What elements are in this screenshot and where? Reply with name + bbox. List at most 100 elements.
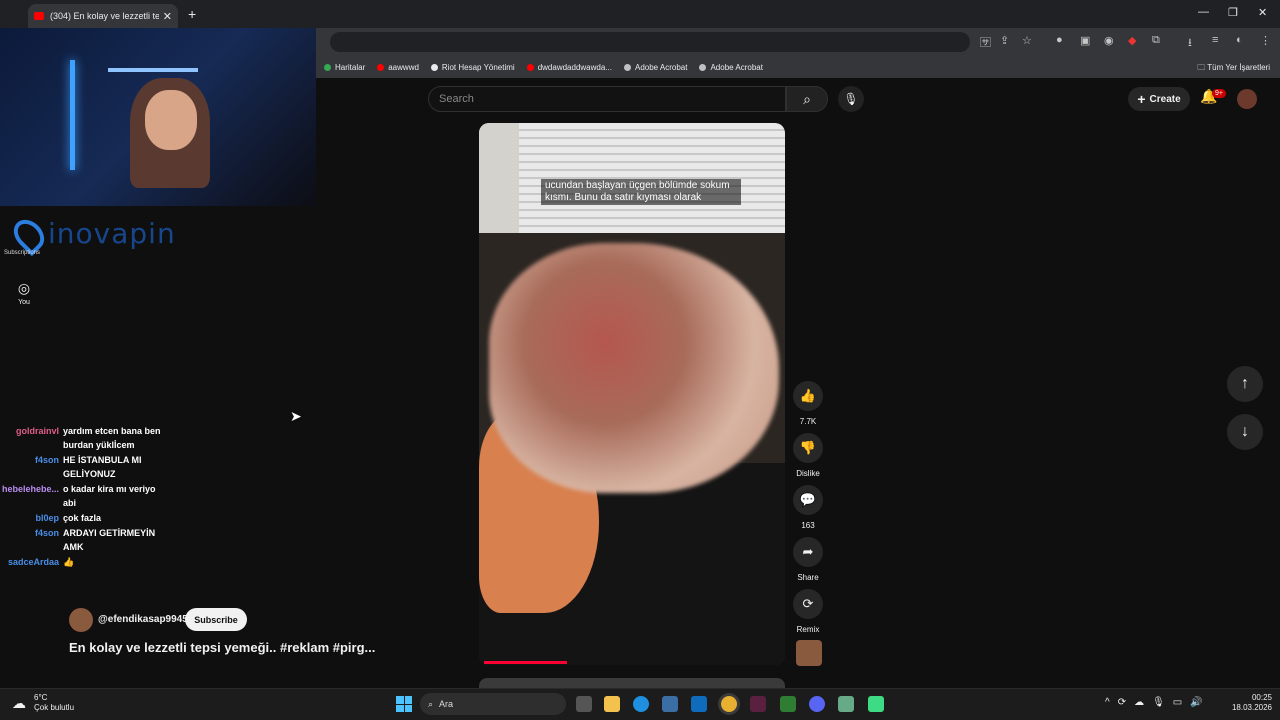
account-avatar[interactable] <box>1237 89 1257 109</box>
next-short-button[interactable]: ↓ <box>1227 414 1263 450</box>
youtube-icon <box>377 63 385 71</box>
chat-username: bl0ep <box>35 513 59 523</box>
create-button[interactable]: + Create <box>1128 87 1190 111</box>
search-icon: ⌕ <box>428 698 434 709</box>
bookmark-item[interactable]: Adobe Acrobat <box>623 63 687 72</box>
bookmarks-bar: Haritalar aawwwd Riot Hesap Yönetimi dwd… <box>316 56 1280 78</box>
chat-message: goldrainvl yardım etcen bana ben burdan y… <box>0 424 180 452</box>
weather-widget[interactable]: 6°C Çok bulutlu <box>34 693 74 713</box>
task-view-icon[interactable] <box>576 696 592 712</box>
cloud-icon[interactable]: ☁ <box>12 695 26 712</box>
time: 00:25 <box>1251 693 1272 702</box>
menu-kebab-icon[interactable]: ⋮ <box>1260 34 1271 47</box>
extension-icon[interactable]: ● <box>1056 34 1063 46</box>
bookmark-item[interactable]: Adobe Acrobat <box>699 63 763 72</box>
video-title[interactable]: En kolay ve lezzetli tepsi yemeği.. #rek… <box>69 640 375 655</box>
puzzle-icon[interactable]: ⧉ <box>1152 34 1160 47</box>
bookmark-item[interactable]: Haritalar <box>324 63 365 72</box>
channel-avatar[interactable] <box>69 608 93 632</box>
dislike-label: Dislike <box>796 469 820 478</box>
remix-icon: ⟳ <box>793 589 823 619</box>
channel-thumbnail[interactable] <box>796 640 822 666</box>
shorts-video-player[interactable]: ucundan başlayan üçgen bölümde sokum kıs… <box>479 123 785 665</box>
subscribe-button[interactable]: Subscribe <box>185 608 247 631</box>
comments-button[interactable]: 💬 163 <box>792 485 824 530</box>
search-icon: ⌕ <box>803 90 811 107</box>
install-icon[interactable]: ⇪ <box>1000 34 1009 47</box>
like-count: 7.7K <box>799 417 817 426</box>
media-icon[interactable]: ≡ <box>1212 34 1218 46</box>
system-tray[interactable]: ^⟳☁🎙▭🔊 <box>1105 697 1211 708</box>
temperature: 6°C <box>34 693 48 702</box>
close-window-button[interactable]: ✕ <box>1258 6 1267 19</box>
chat-username: goldrainvl <box>15 426 59 436</box>
comment-icon: 💬 <box>793 485 823 515</box>
app-icon[interactable] <box>750 696 766 712</box>
riot-icon <box>430 63 438 71</box>
video-frame-window <box>479 123 519 233</box>
chrome-icon[interactable] <box>721 696 737 712</box>
previous-short-button[interactable]: ↑ <box>1227 366 1263 402</box>
sidebar-item-subscriptions[interactable]: Subscriptions <box>4 250 40 256</box>
extension-icon[interactable]: ▣ <box>1080 34 1090 47</box>
video-progress-bar[interactable] <box>484 661 567 664</box>
comment-count: 163 <box>801 521 815 530</box>
extension-icon[interactable]: ◉ <box>1104 34 1114 47</box>
download-icon[interactable]: ⭳ <box>1188 34 1192 53</box>
file-explorer-icon[interactable] <box>604 696 620 712</box>
tab-title: (304) En kolay ve lezzetli tepsi y <box>50 11 159 21</box>
chat-text: o kadar kira mı veriyo abi <box>63 484 156 508</box>
new-tab-button[interactable]: + <box>188 6 196 22</box>
chat-username: sadceArdaa <box>7 557 59 567</box>
shelf <box>108 68 198 72</box>
video-frame-meat <box>489 243 779 493</box>
clock[interactable]: 00:25 18.03.2026 <box>1222 693 1272 713</box>
channel-name[interactable]: @efendikasap9945 <box>98 614 188 625</box>
bookmark-item[interactable]: aawwwd <box>377 63 419 72</box>
app-icon[interactable] <box>868 696 884 712</box>
app-icon[interactable] <box>838 696 854 712</box>
sidebar-item-you[interactable]: ◎ You <box>8 280 40 306</box>
neon-light <box>70 60 75 170</box>
video-caption: ucundan başlayan üçgen bölümde sokum kıs… <box>541 179 741 205</box>
like-button[interactable]: 👍 7.7K <box>792 381 824 426</box>
address-bar[interactable] <box>330 32 970 52</box>
remix-button[interactable]: ⟳ Remix <box>792 589 824 634</box>
browser-tab[interactable]: (304) En kolay ve lezzetli tepsi y ✕ <box>28 4 178 28</box>
bookmark-item[interactable]: Riot Hesap Yönetimi <box>430 63 515 72</box>
search-input[interactable]: Search <box>428 86 786 112</box>
mouse-cursor-icon: ➤ <box>290 408 302 424</box>
store-icon[interactable] <box>662 696 678 712</box>
tab-close-icon[interactable]: ✕ <box>163 10 172 23</box>
minimize-button[interactable]: — <box>1198 6 1209 18</box>
voice-search-button[interactable]: 🎙 <box>838 86 864 112</box>
chat-message: f4son ARDAYI GETİRMEYİN AMK <box>0 526 180 554</box>
dislike-button[interactable]: 👎 Dislike <box>792 433 824 478</box>
outlook-icon[interactable] <box>691 696 707 712</box>
stream-chat: goldrainvl yardım etcen bana ben burdan y… <box>0 424 180 570</box>
video-frame-blinds <box>479 123 785 233</box>
bookmark-item[interactable]: dwdawdaddwawda... <box>526 63 612 72</box>
windows-start-icon[interactable] <box>396 696 412 712</box>
extension-icon[interactable]: ◆ <box>1128 34 1136 47</box>
webcam-overlay <box>0 28 316 206</box>
youtube-icon <box>526 63 534 71</box>
chat-message: hebelehebe... o kadar kira mı veriyo abi <box>0 482 180 510</box>
chat-text: ARDAYI GETİRMEYİN AMK <box>63 528 156 552</box>
notification-badge: 9+ <box>1212 89 1226 98</box>
youtube-favicon-icon <box>34 12 44 20</box>
chat-username: f4son <box>34 528 59 538</box>
app-icon[interactable] <box>780 696 796 712</box>
all-bookmarks-button[interactable]: 🗀 Tüm Yer İşaretleri <box>1197 62 1270 76</box>
discord-icon[interactable] <box>809 696 825 712</box>
share-button[interactable]: ➦ Share <box>792 537 824 582</box>
profile-icon[interactable]: ◐ <box>1236 34 1243 46</box>
search-button[interactable]: ⌕ <box>786 86 828 112</box>
taskbar-search[interactable]: ⌕ Ara <box>420 693 566 715</box>
edge-icon[interactable] <box>633 696 649 712</box>
translate-icon[interactable]: 🈂 <box>980 34 991 50</box>
microphone-icon: 🎙 <box>843 92 859 106</box>
share-arrow-icon: ➦ <box>793 537 823 567</box>
restore-button[interactable]: ❐ <box>1228 6 1238 19</box>
bookmark-star-icon[interactable]: ☆ <box>1022 34 1032 47</box>
